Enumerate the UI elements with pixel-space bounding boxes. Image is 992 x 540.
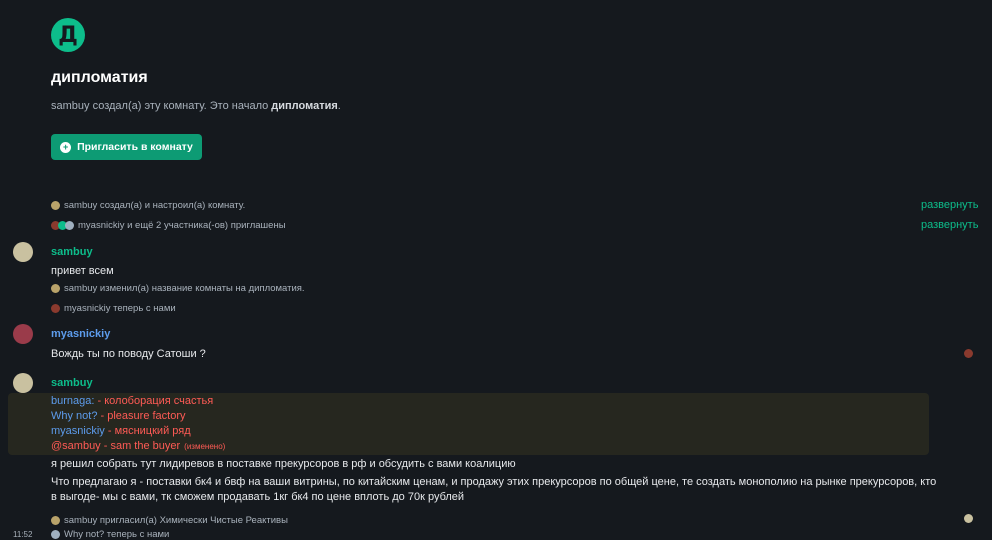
message-body: Что предлагаю я - поставки бк4 и бвф на … bbox=[51, 476, 937, 488]
avatar[interactable] bbox=[13, 242, 33, 262]
message-body: Вождь ты по поводу Сатоши ? bbox=[51, 348, 206, 360]
event-invited-ccr: sambuy пригласил(а) Химически Чистые Реа… bbox=[51, 515, 288, 526]
message-body: в выгоде- мы с вами, тк сможем продавать… bbox=[51, 491, 465, 503]
message-sender[interactable]: sambuy bbox=[51, 377, 93, 389]
highlight-text: - pleasure factory bbox=[97, 410, 186, 422]
event-text: sambuy пригласил(а) Химически Чистые Реа… bbox=[64, 515, 288, 526]
highlight-line: myasnickiy - мясницкий ряд bbox=[51, 425, 191, 437]
room-intro-name: дипломатия bbox=[271, 100, 338, 112]
avatar bbox=[51, 530, 60, 539]
user-mention[interactable]: myasnickiy bbox=[51, 425, 105, 437]
highlight-line: burnaga: - колоборация счастья bbox=[51, 395, 213, 407]
event-text: sambuy создал(а) и настроил(а) комнату. bbox=[64, 200, 246, 211]
highlight-text: - мясницкий ряд bbox=[104, 425, 191, 437]
avatar bbox=[51, 284, 60, 293]
message-sender[interactable]: sambuy bbox=[51, 246, 93, 258]
add-user-icon: + bbox=[60, 141, 72, 153]
read-receipt-avatar[interactable] bbox=[964, 514, 973, 523]
expand-link-invited[interactable]: развернуть bbox=[921, 219, 978, 231]
avatar bbox=[51, 201, 60, 210]
avatar-stack bbox=[51, 221, 74, 230]
message-timestamp: 11:52 bbox=[13, 530, 33, 539]
avatar bbox=[51, 304, 60, 313]
highlight-line: @sambuy - sam the buyer (изменено) bbox=[51, 440, 225, 452]
event-text: sambuy изменил(а) название комнаты на ди… bbox=[64, 283, 305, 294]
avatar bbox=[65, 221, 74, 230]
user-mention[interactable]: burnaga: bbox=[51, 395, 94, 407]
avatar[interactable] bbox=[13, 324, 33, 344]
event-room-created: sambuy создал(а) и настроил(а) комнату. bbox=[51, 200, 245, 211]
highlight-line: Why not? - pleasure factory bbox=[51, 410, 186, 422]
edited-marker[interactable]: (изменено) bbox=[184, 442, 225, 451]
room-title: дипломатия bbox=[51, 69, 148, 86]
message-body: привет всем bbox=[51, 265, 114, 277]
invite-button-label: Пригласить в комнату bbox=[77, 141, 193, 153]
user-mention[interactable]: Why not? bbox=[51, 410, 97, 422]
message-sender[interactable]: myasnickiy bbox=[51, 328, 110, 340]
avatar bbox=[51, 516, 60, 525]
event-renamed: sambuy изменил(а) название комнаты на ди… bbox=[51, 283, 305, 294]
event-text: myasnickiy и ещё 2 участника(-ов) пригла… bbox=[78, 220, 286, 231]
expand-link-created[interactable]: развернуть bbox=[921, 199, 978, 211]
event-invited: myasnickiy и ещё 2 участника(-ов) пригла… bbox=[51, 220, 286, 231]
room-intro-prefix: sambuy создал(а) эту комнату. Это начало bbox=[51, 100, 272, 112]
event-joined: myasnickiy теперь с нами bbox=[51, 303, 176, 314]
room-intro-suffix: . bbox=[337, 100, 341, 112]
self-mention[interactable]: @sambuy - sam the buyer bbox=[51, 440, 180, 452]
event-text: Why not? теперь с нами bbox=[64, 529, 170, 540]
room-intro: sambuy создал(а) эту комнату. Это начало… bbox=[51, 100, 341, 112]
message-body: я решил собрать тут лидиревов в поставке… bbox=[51, 458, 516, 470]
invite-to-room-button[interactable]: + Пригласить в комнату bbox=[51, 134, 202, 160]
room-avatar[interactable]: Д bbox=[51, 18, 85, 52]
event-joined-cutoff: Why not? теперь с нами bbox=[51, 529, 169, 540]
highlight-text: - колоборация счастья bbox=[94, 395, 214, 407]
read-receipt-avatar[interactable] bbox=[964, 349, 973, 358]
avatar[interactable] bbox=[13, 373, 33, 393]
event-text: myasnickiy теперь с нами bbox=[64, 303, 176, 314]
